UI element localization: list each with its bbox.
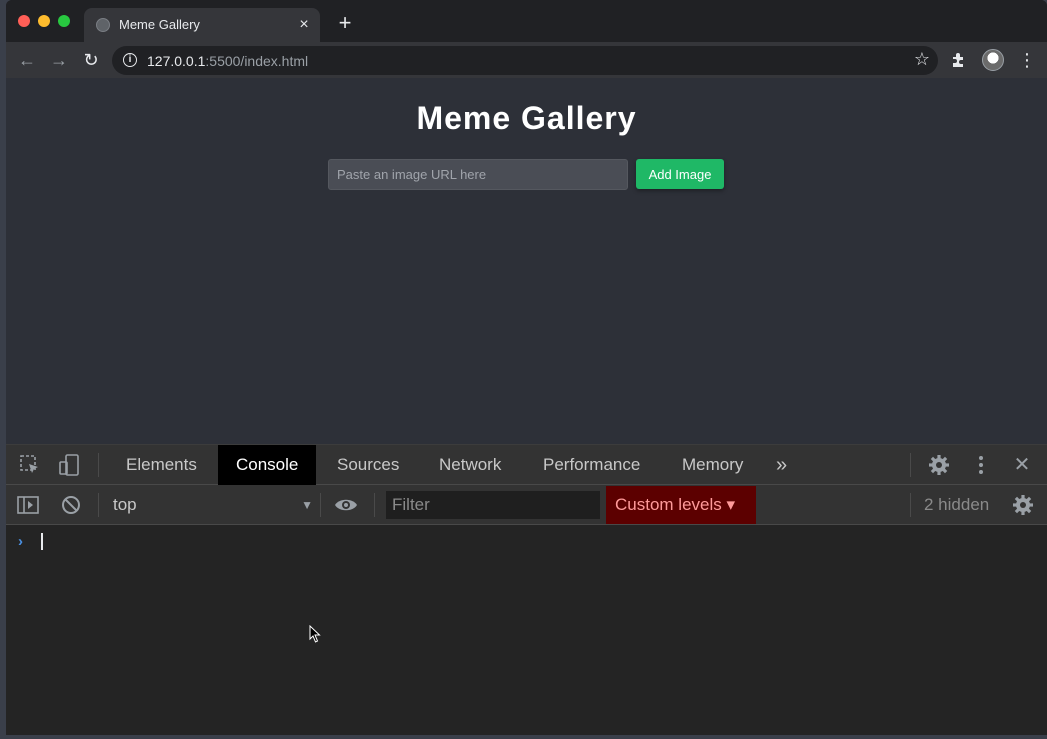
close-devtools-icon[interactable]: ✕: [1010, 453, 1034, 477]
url-text[interactable]: 127.0.0.1:5500/index.html: [147, 53, 308, 69]
url-path: :5500/index.html: [205, 53, 309, 69]
log-levels-dropdown[interactable]: Custom levels ▾: [606, 486, 756, 524]
devtools-panel: Elements Console Sources Network Perform…: [6, 444, 1047, 735]
context-select[interactable]: top ▼: [113, 493, 313, 517]
console-input-area[interactable]: ›: [6, 525, 1047, 735]
clear-console-icon[interactable]: [59, 493, 83, 517]
live-expression-eye-icon[interactable]: [334, 493, 358, 517]
tab-elements[interactable]: Elements: [108, 445, 215, 485]
more-options-icon[interactable]: [969, 453, 993, 477]
context-value: top: [113, 495, 137, 514]
mouse-pointer-icon: [309, 625, 321, 643]
extensions-puzzle-icon[interactable]: [950, 51, 968, 69]
image-url-input[interactable]: [328, 159, 628, 190]
console-prompt-icon: ›: [18, 533, 23, 550]
add-image-button[interactable]: Add Image: [636, 159, 724, 189]
url-host: 127.0.0.1: [147, 53, 206, 69]
tab-strip: Meme Gallery × +: [6, 0, 1047, 42]
tab-close-icon[interactable]: ×: [294, 15, 314, 35]
toolbar-divider: [320, 493, 321, 517]
back-button[interactable]: ←: [15, 48, 39, 72]
browser-window: Meme Gallery × + ← → ↻ i 127.0.0.1:5500/…: [6, 0, 1047, 735]
inspect-element-icon[interactable]: [18, 453, 42, 477]
device-toolbar-icon[interactable]: [58, 453, 82, 477]
tab-console[interactable]: Console: [218, 445, 317, 485]
settings-gear-icon[interactable]: [927, 453, 951, 477]
tab-memory[interactable]: Memory: [664, 445, 761, 485]
close-window-button[interactable]: [18, 15, 30, 27]
more-tabs-icon[interactable]: »: [776, 453, 787, 477]
sidebar-toggle-icon[interactable]: [16, 493, 40, 517]
globe-icon: [96, 18, 110, 32]
toolbar-divider: [910, 493, 911, 517]
toolbar-divider: [98, 453, 99, 477]
browser-tab-meme-gallery[interactable]: Meme Gallery ×: [84, 8, 320, 42]
toolbar-divider: [98, 493, 99, 517]
console-filter-input[interactable]: [386, 491, 600, 519]
toolbar-divider: [910, 453, 911, 477]
maximize-window-button[interactable]: [58, 15, 70, 27]
forward-button[interactable]: →: [47, 48, 71, 72]
browser-toolbar: ← → ↻ i 127.0.0.1:5500/index.html ☆ ⋮: [6, 42, 1047, 78]
hidden-messages-count: 2 hidden: [924, 495, 990, 514]
tab-performance[interactable]: Performance: [525, 445, 658, 485]
new-tab-button[interactable]: +: [334, 12, 356, 34]
console-toolbar: top ▼ Custom levels ▾ 2 hidden: [6, 485, 1047, 525]
tab-sources[interactable]: Sources: [319, 445, 417, 485]
page-viewport: Meme Gallery Add Image: [6, 78, 1047, 444]
reload-button[interactable]: ↻: [79, 48, 103, 72]
browser-menu-icon[interactable]: ⋮: [1018, 48, 1036, 72]
page-title: Meme Gallery: [416, 100, 637, 136]
toolbar-divider: [374, 493, 375, 517]
console-settings-gear-icon[interactable]: [1011, 493, 1035, 517]
text-caret: [41, 533, 43, 550]
minimize-window-button[interactable]: [38, 15, 50, 27]
site-info-icon[interactable]: i: [123, 53, 137, 67]
address-bar[interactable]: i 127.0.0.1:5500/index.html ☆: [112, 46, 938, 75]
tab-network[interactable]: Network: [421, 445, 519, 485]
profile-avatar[interactable]: [982, 49, 1004, 71]
dropdown-arrow-icon: ▼: [301, 498, 313, 512]
bookmark-star-icon[interactable]: ☆: [914, 49, 930, 70]
devtools-tab-bar: Elements Console Sources Network Perform…: [6, 445, 1047, 485]
tab-title: Meme Gallery: [119, 17, 200, 32]
